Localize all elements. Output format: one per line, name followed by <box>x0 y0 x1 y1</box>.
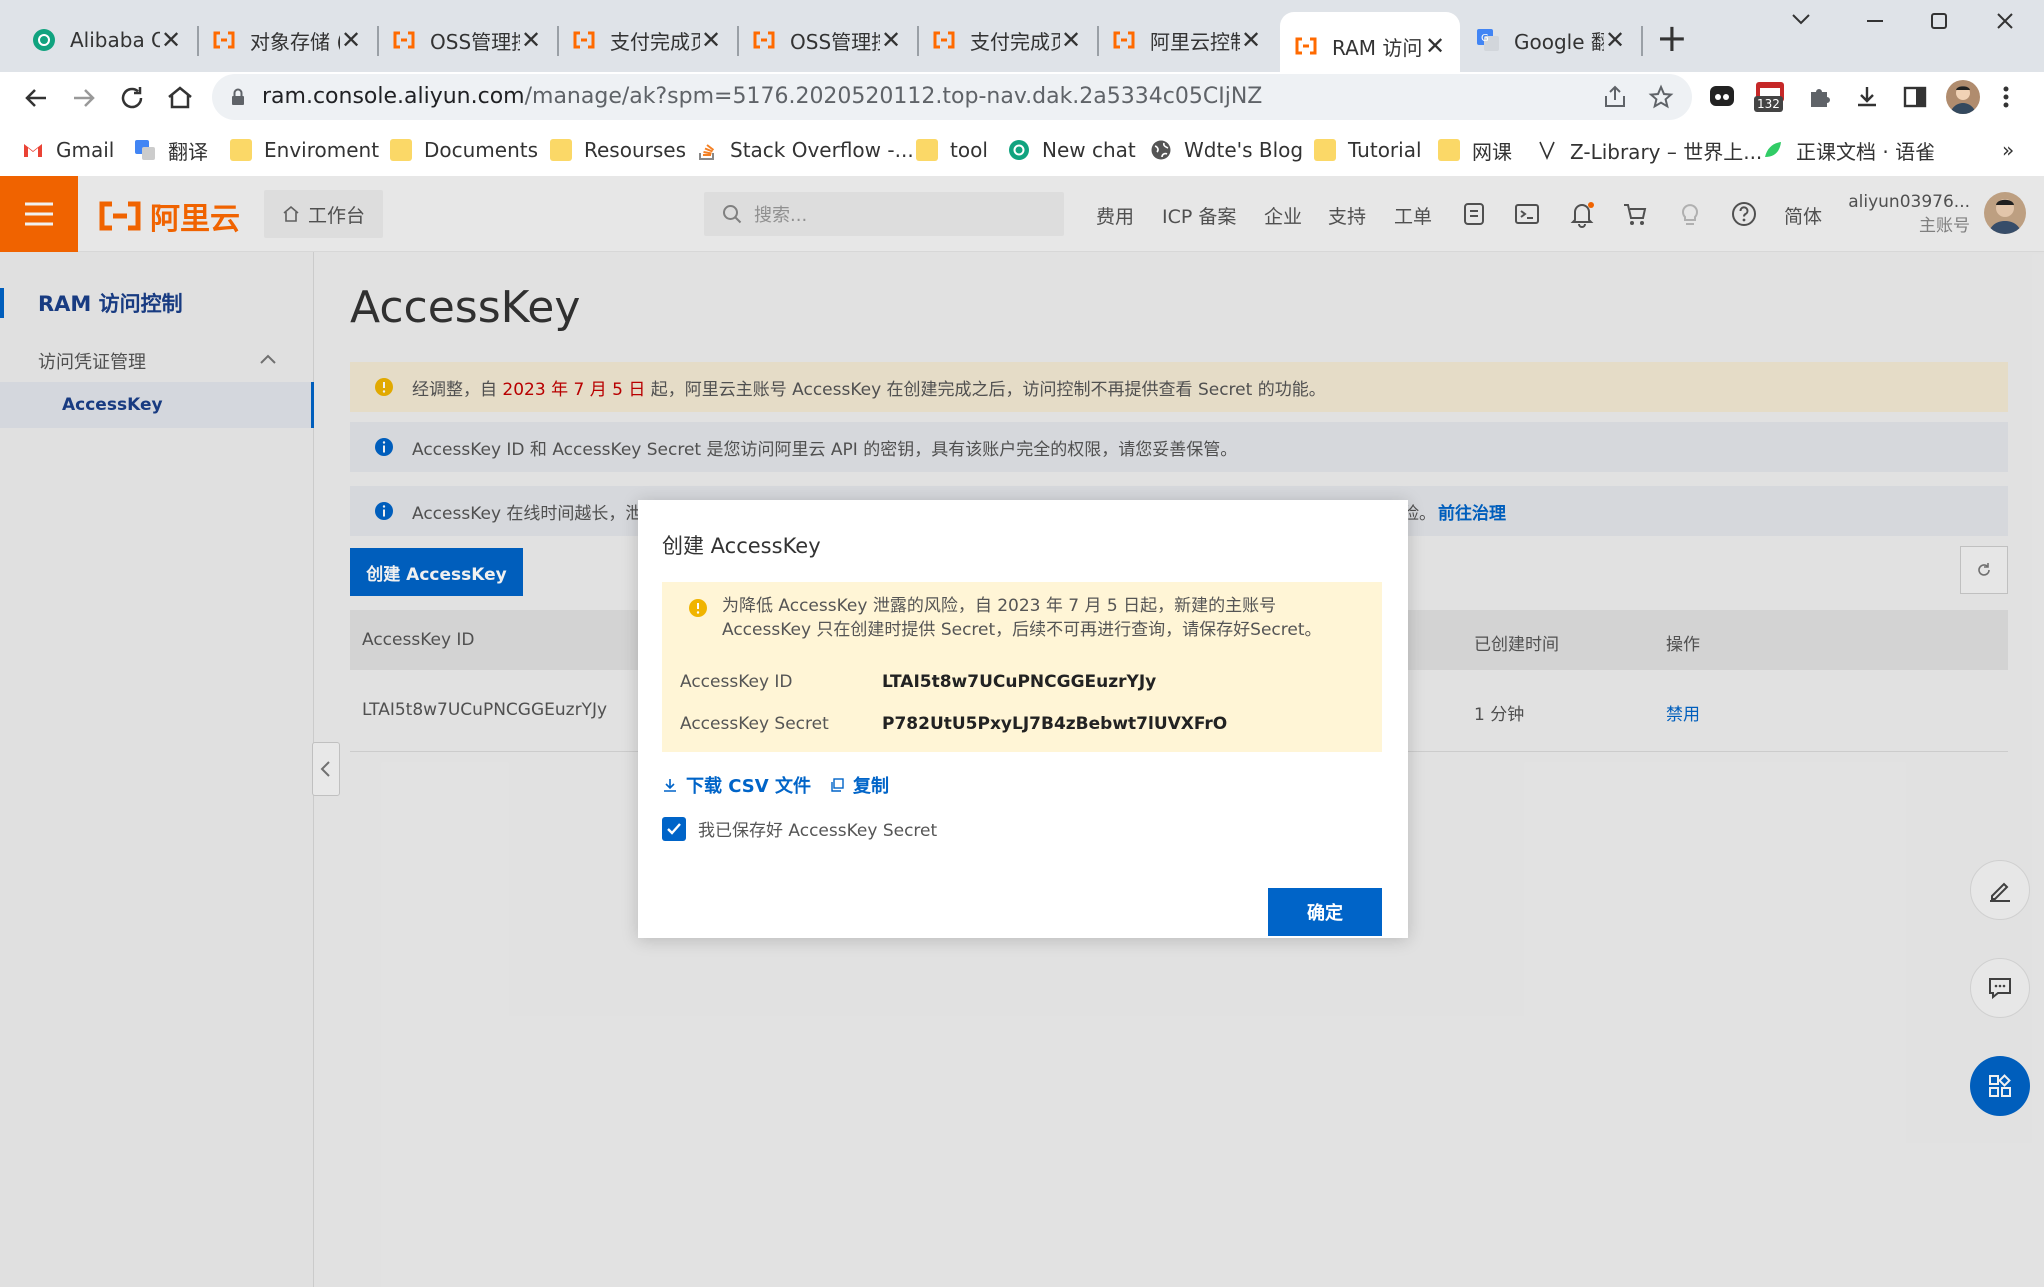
bookmark-folder[interactable]: Tutorial <box>1314 136 1422 164</box>
url-text[interactable]: ram.console.aliyun.com/manage/ak?spm=517… <box>262 84 1262 109</box>
extensions-puzzle-icon[interactable] <box>1806 84 1832 110</box>
stackoverflow-icon <box>699 144 715 160</box>
folder-icon <box>1438 139 1460 161</box>
profile-avatar[interactable] <box>1946 80 1980 114</box>
tab-search-chevron-icon[interactable] <box>1790 8 1812 30</box>
copy-icon <box>831 778 844 792</box>
download-icon[interactable] <box>1854 84 1880 110</box>
browser-tab[interactable]: OSS管理控✕ <box>738 12 916 68</box>
browser-tab[interactable]: Alibaba O ✕ <box>18 12 196 68</box>
download-csv-link[interactable]: 下载 CSV 文件 <box>686 772 811 798</box>
accesskey-id-value: LTAI5t8w7UCuPNCGGEuzrYJy <box>882 672 1157 692</box>
zlibrary-icon <box>1539 141 1555 160</box>
bookmark-folder[interactable]: Resourses <box>550 136 686 164</box>
extension-calendar-icon[interactable]: 132 <box>1754 80 1786 116</box>
extension-badge: 132 <box>1754 96 1783 112</box>
folder-icon <box>230 139 252 161</box>
globe-icon <box>1151 140 1171 160</box>
aliyun-icon <box>213 31 235 49</box>
copy-link[interactable]: 复制 <box>853 772 889 798</box>
close-tab-icon[interactable]: ✕ <box>1604 26 1626 54</box>
folder-icon <box>550 139 572 161</box>
back-arrow-icon[interactable] <box>20 82 52 114</box>
close-window-icon[interactable] <box>1994 10 2016 32</box>
close-tab-icon[interactable]: ✕ <box>160 26 182 54</box>
close-tab-icon[interactable]: ✕ <box>1060 26 1082 54</box>
minimize-icon[interactable] <box>1864 10 1886 32</box>
accesskey-id-label: AccessKey ID <box>680 672 793 692</box>
checkbox-label: 我已保存好 AccessKey Secret <box>698 821 938 841</box>
share-icon[interactable] <box>1602 84 1628 110</box>
accesskey-secret-label: AccessKey Secret <box>680 714 829 734</box>
console-app: 阿里云 工作台 搜索... 费用 ICP 备案 企业 支持 工单 简体 aliy… <box>0 176 2044 1287</box>
bookmark-star-icon[interactable] <box>1648 84 1674 110</box>
saved-secret-checkbox[interactable]: 我已保存好 AccessKey Secret <box>662 816 937 841</box>
bookmark-item[interactable]: 正课文档 · 语雀 <box>1762 136 1935 164</box>
aliyun-icon <box>1113 31 1135 49</box>
browser-tab[interactable]: 对象存储 (✕ <box>198 12 376 68</box>
new-tab-plus-icon[interactable]: + <box>1656 16 1688 60</box>
folder-icon <box>1314 139 1336 161</box>
reload-icon[interactable] <box>116 82 148 114</box>
confirm-button[interactable]: 确定 <box>1268 888 1382 936</box>
bookmark-item[interactable]: Z-Library – 世界上... <box>1536 136 1762 164</box>
aliyun-icon <box>573 31 595 49</box>
close-tab-icon[interactable]: ✕ <box>520 26 542 54</box>
bookmark-item[interactable]: 翻译 <box>134 136 208 164</box>
notice-text: 为降低 AccessKey 泄露的风险，自 2023 年 7 月 5 日起，新建… <box>722 596 1322 640</box>
extension-ghost-icon[interactable] <box>1708 82 1736 110</box>
aliyun-icon <box>393 31 415 49</box>
bookmark-item[interactable]: Wdte's Blog <box>1150 136 1303 164</box>
checkbox-checked-icon[interactable] <box>662 816 686 841</box>
maximize-icon[interactable] <box>1928 10 1950 32</box>
browser-tab[interactable]: 支付完成页 ✕ <box>558 12 736 68</box>
gmail-icon <box>24 144 42 157</box>
google-translate-icon: G <box>1477 29 1499 51</box>
close-tab-icon[interactable]: ✕ <box>340 26 362 54</box>
google-translate-icon <box>135 140 155 160</box>
create-accesskey-dialog: 创建 AccessKey 为降低 AccessKey 泄露的风险，自 2023 … <box>638 500 1408 938</box>
chatgpt-icon <box>33 29 55 51</box>
menu-kebab-icon[interactable] <box>2000 84 2012 110</box>
side-panel-icon[interactable] <box>1902 84 1928 110</box>
browser-tab[interactable]: G Google 翻 ✕ <box>1462 12 1640 68</box>
bookmark-folder[interactable]: tool <box>916 136 988 164</box>
bookmark-folder[interactable]: Documents <box>390 136 538 164</box>
browser-tab[interactable]: 阿里云控制 ✕ <box>1098 12 1276 68</box>
secret-notice-panel: 为降低 AccessKey 泄露的风险，自 2023 年 7 月 5 日起，新建… <box>662 582 1382 752</box>
close-tab-icon[interactable]: ✕ <box>1424 32 1446 60</box>
close-tab-icon[interactable]: ✕ <box>700 26 722 54</box>
browser-tab-active[interactable]: RAM 访问 ✕ <box>1280 12 1460 80</box>
dialog-actions: 下载 CSV 文件 复制 <box>662 772 889 798</box>
bookmark-folder[interactable]: Enviroment <box>230 136 379 164</box>
aliyun-icon <box>1295 37 1317 55</box>
accesskey-secret-value: P782UtU5PxyLJ7B4zBebwt7lUVXFrO <box>882 714 1228 734</box>
bookmark-item[interactable]: New chat <box>1008 136 1136 164</box>
dialog-title: 创建 AccessKey <box>662 534 821 558</box>
folder-icon <box>916 139 938 161</box>
warning-icon <box>689 599 707 617</box>
close-tab-icon[interactable]: ✕ <box>1240 26 1262 54</box>
folder-icon <box>390 139 412 161</box>
download-icon <box>664 779 676 792</box>
home-icon[interactable] <box>164 82 196 114</box>
bookmark-item[interactable]: Stack Overflow -... <box>696 136 914 164</box>
chatgpt-icon <box>1009 140 1029 160</box>
browser-tab[interactable]: 支付完成页 ✕ <box>918 12 1096 68</box>
close-tab-icon[interactable]: ✕ <box>880 26 902 54</box>
bookmarks-overflow-icon[interactable]: » <box>2002 136 2014 164</box>
svg-text:G: G <box>1481 33 1489 44</box>
forward-arrow-icon[interactable] <box>68 82 100 114</box>
yuque-icon <box>1765 142 1781 157</box>
aliyun-icon <box>753 31 775 49</box>
aliyun-icon <box>933 31 955 49</box>
browser-tab[interactable]: OSS管理控✕ <box>378 12 556 68</box>
bookmark-folder[interactable]: 网课 <box>1438 136 1512 164</box>
browser-tab-bar: Alibaba O✕ 对象存储 (✕ OSS管理控✕ 支付完成页✕ OSS管理控… <box>0 0 2044 80</box>
bookmark-item[interactable]: Gmail <box>22 136 114 164</box>
lock-icon[interactable] <box>230 88 246 106</box>
